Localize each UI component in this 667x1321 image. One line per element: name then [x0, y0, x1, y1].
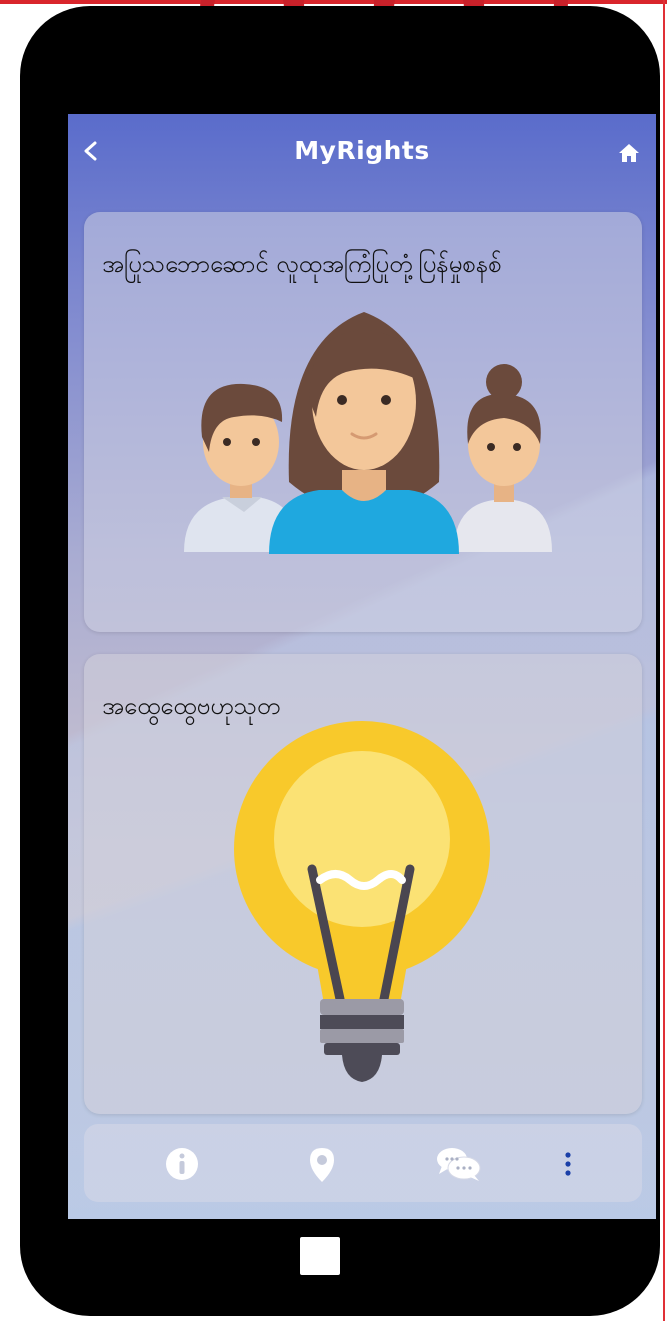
home-icon	[619, 144, 639, 162]
page-title: MyRights	[294, 136, 430, 165]
more-vertical-icon	[565, 1152, 571, 1176]
nav-chat[interactable]	[434, 1144, 484, 1184]
feedback-system-card[interactable]: အပြုသဘောဆောင် လူထုအကြံပြုတုံ့ပြန်မှုစနစ်	[84, 212, 642, 632]
nav-info[interactable]	[162, 1144, 202, 1184]
chat-icon	[437, 1148, 481, 1181]
location-pin-icon	[310, 1148, 334, 1182]
general-knowledge-card[interactable]: အထွေထွေဗဟုသုတ	[84, 654, 642, 1114]
app-screen: MyRights အပြုသဘောဆောင် လူထုအကြံပြုတုံ့ပြ…	[68, 114, 656, 1219]
app-bar: MyRights	[68, 114, 656, 190]
nav-more[interactable]	[558, 1144, 578, 1184]
device-home-button[interactable]	[300, 1237, 340, 1275]
bottom-navigation	[84, 1124, 642, 1202]
info-icon	[166, 1148, 198, 1180]
nav-location[interactable]	[302, 1144, 342, 1184]
phone-frame: MyRights အပြုသဘောဆောင် လူထုအကြံပြုတုံ့ပြ…	[20, 6, 660, 1316]
people-family-icon	[184, 312, 552, 554]
home-button[interactable]	[618, 142, 640, 164]
page-edge-line	[663, 0, 665, 1321]
light-bulb-icon	[234, 721, 490, 1082]
